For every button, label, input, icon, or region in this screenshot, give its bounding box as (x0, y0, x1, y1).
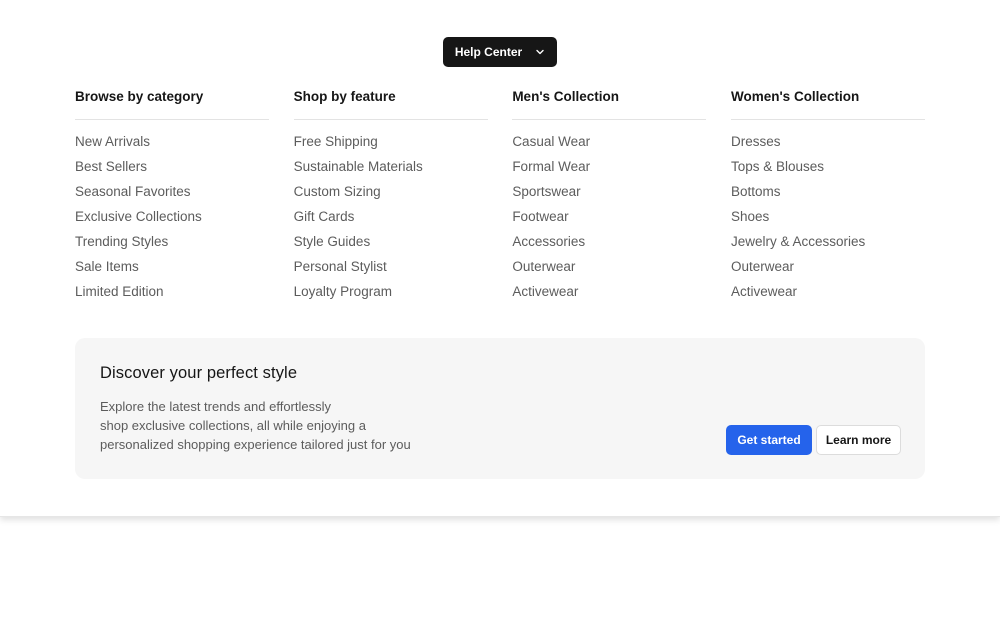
column-mens-collection: Men's Collection Casual Wear Formal Wear… (512, 88, 707, 308)
menu-link[interactable]: Exclusive Collections (75, 209, 202, 224)
menu-link[interactable]: Seasonal Favorites (75, 184, 191, 199)
list-item: Limited Edition (75, 283, 269, 308)
list-item: Exclusive Collections (75, 208, 269, 233)
column-title: Browse by category (75, 88, 269, 120)
menu-columns: Browse by category New Arrivals Best Sel… (75, 88, 925, 308)
list-item: Outerwear (731, 258, 925, 283)
column-shop-by-feature: Shop by feature Free Shipping Sustainabl… (293, 88, 488, 308)
column-womens-collection: Women's Collection Dresses Tops & Blouse… (730, 88, 925, 308)
chevron-down-icon (536, 49, 544, 55)
list-item: Free Shipping (294, 133, 488, 158)
column-browse-by-category: Browse by category New Arrivals Best Sel… (75, 88, 269, 308)
list-item: Loyalty Program (294, 283, 488, 308)
menu-link[interactable]: Bottoms (731, 184, 781, 199)
menu-link[interactable]: Limited Edition (75, 284, 164, 299)
menu-link[interactable]: Dresses (731, 134, 781, 149)
menu-link[interactable]: Jewelry & Accessories (731, 234, 865, 249)
menu-link[interactable]: Free Shipping (294, 134, 378, 149)
help-center-button[interactable]: Help Center (443, 37, 557, 67)
menu-link[interactable]: Activewear (731, 284, 797, 299)
help-center-label: Help Center (454, 45, 523, 59)
list-item: Bottoms (731, 183, 925, 208)
column-title: Shop by feature (293, 88, 488, 120)
list-item: Trending Styles (75, 233, 269, 258)
link-list: Free Shipping Sustainable Materials Cust… (294, 120, 488, 308)
promo-description: Explore the latest trends and effortless… (100, 397, 440, 454)
menu-link[interactable]: Sportswear (512, 184, 580, 199)
link-list: New Arrivals Best Sellers Seasonal Favor… (75, 120, 269, 308)
menu-link[interactable]: New Arrivals (75, 134, 150, 149)
menu-link[interactable]: Loyalty Program (294, 284, 392, 299)
list-item: Outerwear (512, 258, 706, 283)
list-item: Dresses (731, 133, 925, 158)
list-item: Shoes (731, 208, 925, 233)
list-item: Footwear (512, 208, 706, 233)
menu-link[interactable]: Sustainable Materials (294, 159, 423, 174)
promo-title: Discover your perfect style (100, 364, 298, 382)
menu-link[interactable]: Shoes (731, 209, 769, 224)
menu-link[interactable]: Tops & Blouses (731, 159, 824, 174)
menu-link[interactable]: Personal Stylist (294, 259, 387, 274)
list-item: Formal Wear (512, 158, 706, 183)
list-item: Best Sellers (75, 158, 269, 183)
list-item: Accessories (512, 233, 706, 258)
list-item: New Arrivals (75, 133, 269, 158)
menu-link[interactable]: Best Sellers (75, 159, 147, 174)
list-item: Custom Sizing (294, 183, 488, 208)
list-item: Style Guides (294, 233, 488, 258)
menu-link[interactable]: Gift Cards (294, 209, 355, 224)
menu-link[interactable]: Formal Wear (512, 159, 590, 174)
list-item: Personal Stylist (294, 258, 488, 283)
column-title: Women's Collection (730, 88, 925, 120)
menu-link[interactable]: Style Guides (294, 234, 371, 249)
menu-link[interactable]: Footwear (512, 209, 568, 224)
get-started-button[interactable]: Get started (726, 425, 812, 455)
list-item: Sustainable Materials (294, 158, 488, 183)
list-item: Jewelry & Accessories (731, 233, 925, 258)
list-item: Casual Wear (512, 133, 706, 158)
learn-more-button[interactable]: Learn more (816, 425, 901, 455)
list-item: Gift Cards (294, 208, 488, 233)
menu-link[interactable]: Outerwear (512, 259, 575, 274)
menu-link[interactable]: Casual Wear (512, 134, 590, 149)
promo-card: Discover your perfect style Explore the … (75, 338, 925, 479)
menu-link[interactable]: Trending Styles (75, 234, 168, 249)
promo-text-line: personalized shopping experience tailore… (100, 437, 411, 452)
list-item: Activewear (731, 283, 925, 308)
menu-link[interactable]: Custom Sizing (294, 184, 381, 199)
mega-menu-panel: Help Center Browse by category New Arriv… (0, 0, 1000, 517)
menu-link[interactable]: Outerwear (731, 259, 794, 274)
promo-text-line: shop exclusive collections, all while en… (100, 418, 366, 433)
menu-link[interactable]: Activewear (512, 284, 578, 299)
link-list: Casual Wear Formal Wear Sportswear Footw… (512, 120, 706, 308)
list-item: Sale Items (75, 258, 269, 283)
list-item: Seasonal Favorites (75, 183, 269, 208)
promo-text-line: Explore the latest trends and effortless… (100, 399, 331, 414)
menu-link[interactable]: Sale Items (75, 259, 139, 274)
list-item: Activewear (512, 283, 706, 308)
list-item: Sportswear (512, 183, 706, 208)
link-list: Dresses Tops & Blouses Bottoms Shoes Jew… (731, 120, 925, 308)
list-item: Tops & Blouses (731, 158, 925, 183)
column-title: Men's Collection (512, 88, 707, 120)
menu-link[interactable]: Accessories (512, 234, 585, 249)
